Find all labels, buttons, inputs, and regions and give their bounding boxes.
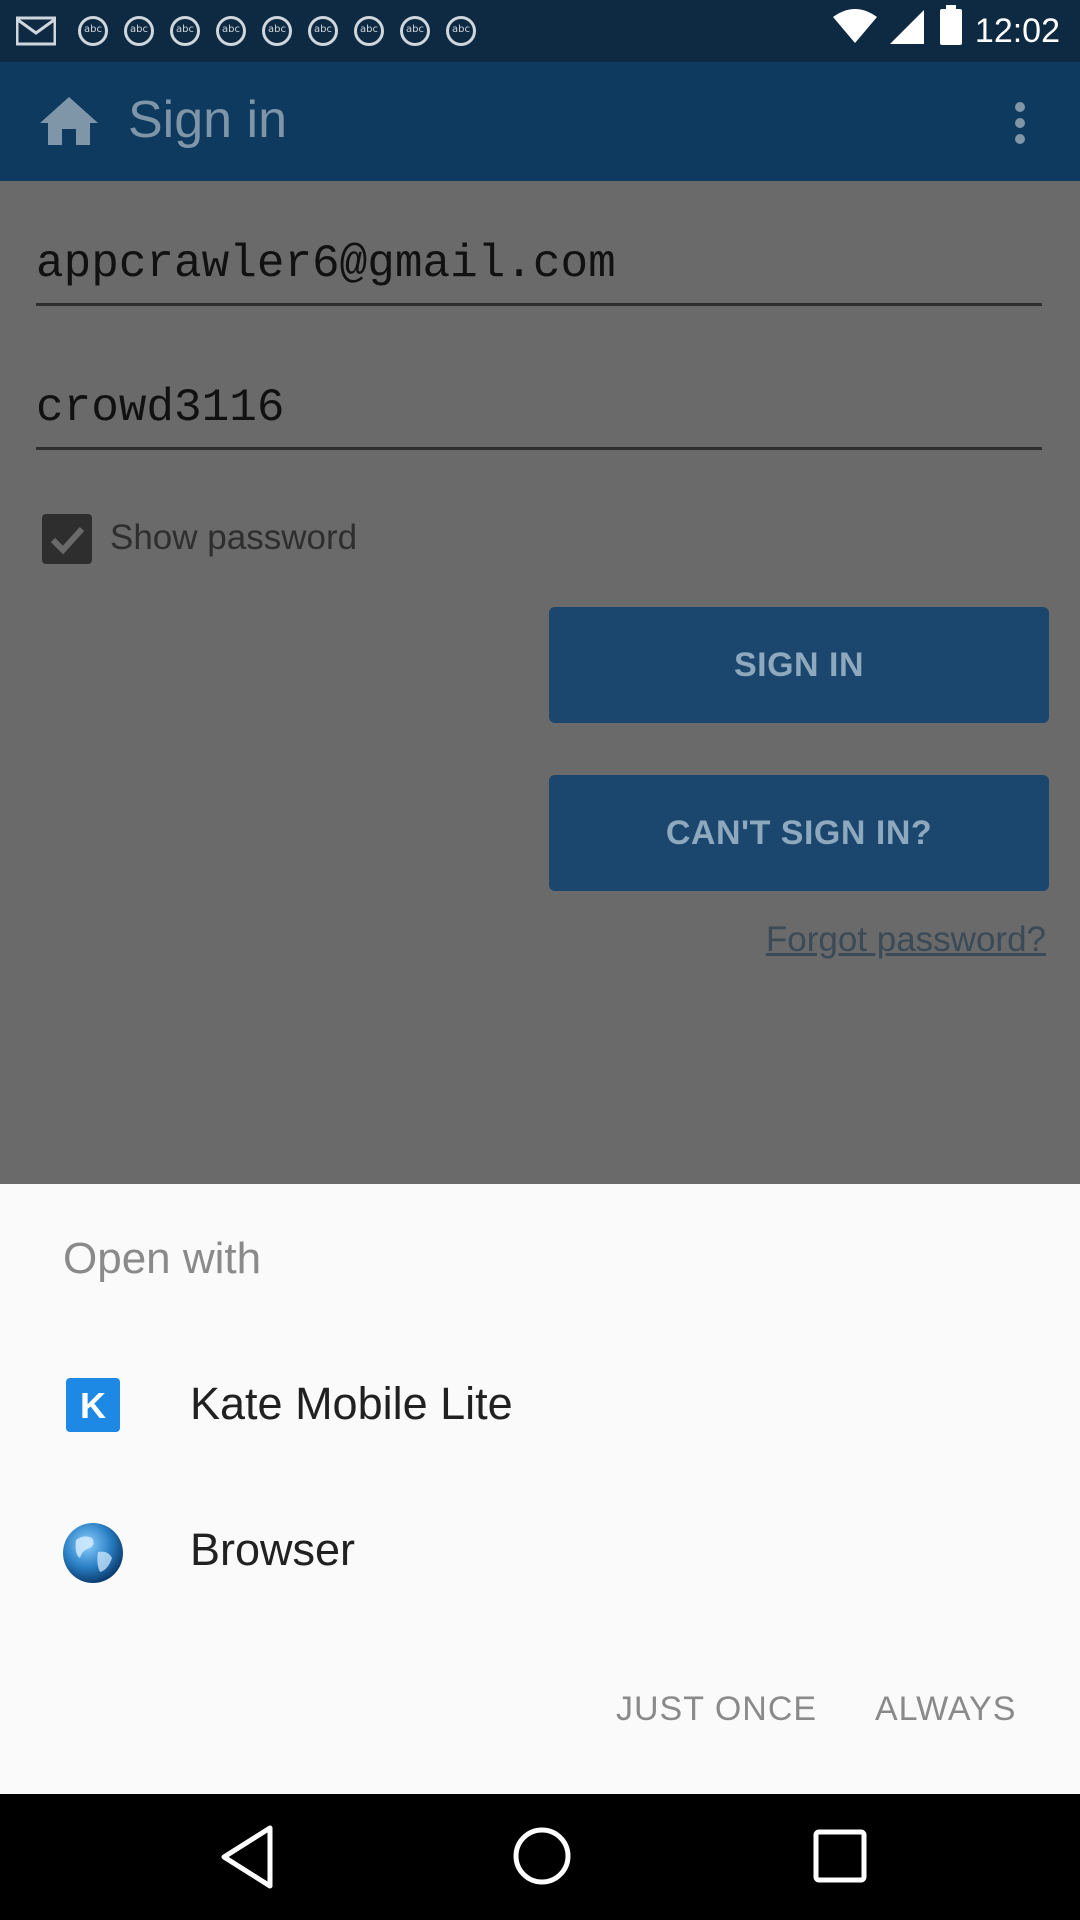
mail-icon — [14, 16, 58, 46]
just-once-button[interactable]: JUST ONCE — [616, 1690, 817, 1729]
overflow-menu-icon[interactable] — [1010, 98, 1030, 146]
signal-icon — [888, 10, 926, 44]
news-badge-text: abc — [354, 16, 384, 46]
sign-in-button[interactable]: SIGN IN — [549, 607, 1049, 723]
list-item-kate-mobile-lite[interactable] — [0, 1332, 1080, 1478]
always-button[interactable]: ALWAYS — [875, 1690, 1016, 1729]
recents-icon[interactable] — [812, 1828, 868, 1888]
app-label-browser: Browser — [190, 1524, 356, 1575]
news-badge-text: abc — [446, 16, 476, 46]
news-icon: abc — [216, 16, 246, 46]
wifi-icon — [832, 9, 878, 43]
news-icon: abc — [400, 16, 430, 46]
status-bar: abc abc abc abc abc abc abc abc abc 12:0… — [0, 0, 1080, 62]
kate-mobile-icon: K — [66, 1378, 120, 1432]
news-icon: abc — [354, 16, 384, 46]
svg-text:K: K — [80, 1385, 106, 1426]
news-icon: abc — [262, 16, 292, 46]
news-icon: abc — [308, 16, 338, 46]
news-icon: abc — [78, 16, 108, 46]
news-badge-text: abc — [78, 16, 108, 46]
clock: 12:02 — [974, 12, 1060, 50]
globe-icon — [62, 1522, 124, 1584]
show-password-checkbox[interactable] — [42, 514, 92, 564]
forgot-password-link[interactable]: Forgot password? — [766, 920, 1046, 960]
news-badge-text: abc — [216, 16, 246, 46]
checkmark-icon — [50, 526, 85, 555]
list-item-browser[interactable] — [0, 1479, 1080, 1625]
news-icon: abc — [170, 16, 200, 46]
news-badge-text: abc — [400, 16, 430, 46]
navigation-bar — [0, 1794, 1080, 1920]
show-password-label: Show password — [110, 518, 358, 557]
back-icon[interactable] — [218, 1824, 278, 1894]
password-field[interactable]: crowd3116 — [36, 382, 284, 434]
home-button-icon[interactable] — [512, 1826, 572, 1890]
page-title: Sign in — [128, 91, 287, 149]
password-underline — [36, 447, 1042, 450]
news-badge-text: abc — [170, 16, 200, 46]
dialog-title: Open with — [63, 1234, 262, 1283]
news-badge-text: abc — [262, 16, 292, 46]
email-field[interactable]: appcrawler6@gmail.com — [36, 238, 616, 290]
email-underline — [36, 303, 1042, 306]
news-badge-text: abc — [308, 16, 338, 46]
news-badge-text: abc — [124, 16, 154, 46]
cant-sign-in-button[interactable]: CAN'T SIGN IN? — [549, 775, 1049, 891]
news-icon: abc — [124, 16, 154, 46]
app-label-kate-mobile-lite: Kate Mobile Lite — [190, 1378, 513, 1429]
battery-icon — [940, 5, 962, 45]
home-icon[interactable] — [38, 95, 100, 147]
news-icon: abc — [446, 16, 476, 46]
